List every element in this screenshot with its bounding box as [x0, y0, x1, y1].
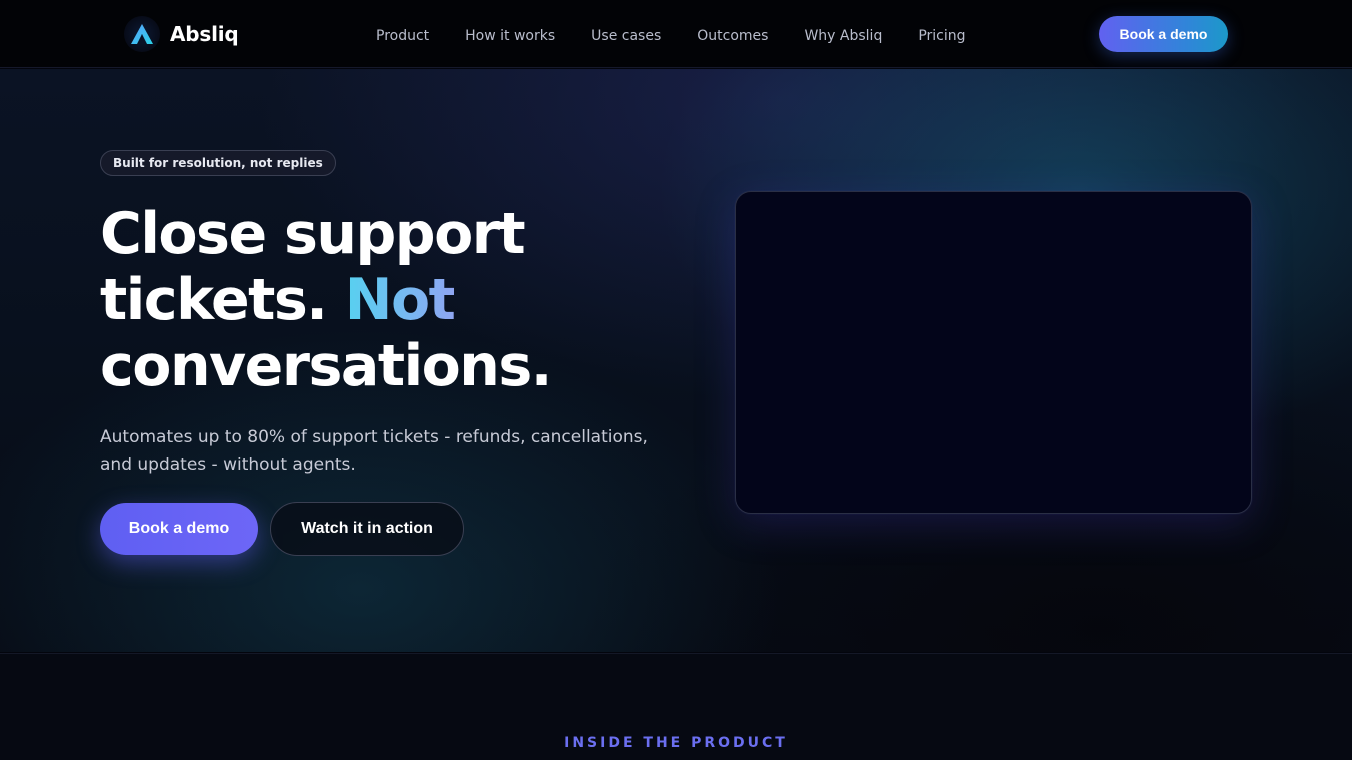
nav-link-outcomes[interactable]: Outcomes: [697, 28, 768, 44]
nav-link-why-absliq[interactable]: Why Absliq: [804, 28, 882, 44]
headline-line-1: Close support: [100, 201, 526, 267]
brand-name: Absliq: [170, 22, 239, 46]
nav-link-product[interactable]: Product: [376, 28, 429, 44]
headline-accent: Not: [344, 267, 456, 333]
hero-headline: Close support tickets. Not conversations…: [100, 201, 700, 399]
hero-subcopy: Automates up to 80% of support tickets -…: [100, 427, 648, 475]
nav-book-demo-button[interactable]: Book a demo: [1099, 16, 1228, 52]
absliq-logo-icon: [124, 16, 160, 52]
top-navbar: Absliq Product How it works Use cases Ou…: [0, 0, 1352, 68]
headline-line-2: tickets.: [100, 267, 328, 333]
brand-home-link[interactable]: Absliq: [124, 16, 239, 52]
section-eyebrow: INSIDE THE PRODUCT: [564, 735, 788, 751]
hero-book-demo-button[interactable]: Book a demo: [100, 503, 258, 555]
product-video-player[interactable]: [735, 191, 1252, 514]
headline-line-3: conversations.: [100, 333, 552, 399]
nav-link-pricing[interactable]: Pricing: [918, 28, 965, 44]
hero-watch-action-button[interactable]: Watch it in action: [270, 502, 464, 556]
nav-link-how-it-works[interactable]: How it works: [465, 28, 555, 44]
nav-link-use-cases[interactable]: Use cases: [591, 28, 661, 44]
hero-badge: Built for resolution, not replies: [100, 150, 336, 176]
primary-nav: Product How it works Use cases Outcomes …: [376, 0, 966, 68]
inside-product-section: INSIDE THE PRODUCT: [0, 653, 1352, 760]
hero-section: Built for resolution, not replies Close …: [0, 69, 1352, 652]
